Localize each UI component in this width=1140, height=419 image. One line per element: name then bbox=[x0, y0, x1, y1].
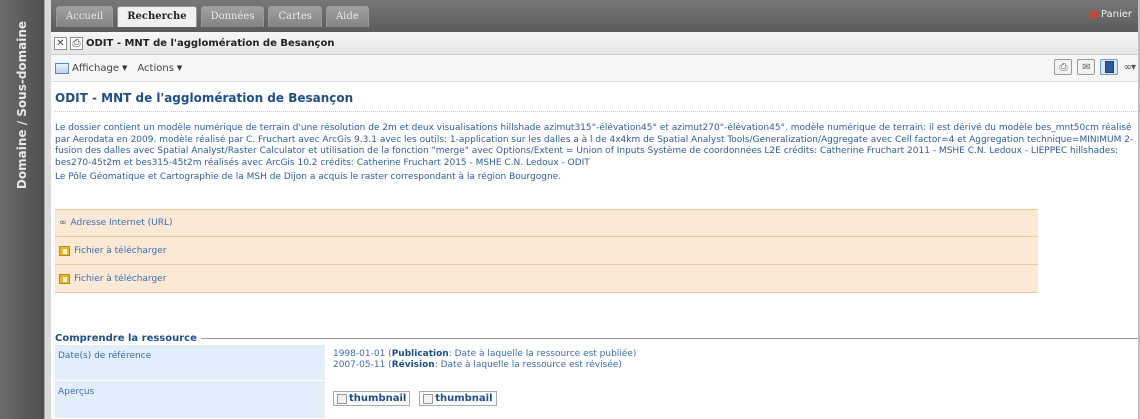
thumbnail-image[interactable]: thumbnail bbox=[333, 391, 411, 406]
section-divider bbox=[200, 337, 1140, 339]
date-desc: : Date à laquelle la ressource est publi… bbox=[448, 349, 637, 359]
display-menu-label: Affichage bbox=[72, 62, 119, 74]
resource-content: ODIT - MNT de l'agglomération de Besanço… bbox=[51, 82, 1140, 184]
row-value: 1998-01-01 (Publication: Date à laquelle… bbox=[325, 345, 1140, 380]
chevron-down-icon: ▼ bbox=[121, 64, 128, 72]
date-value: 2007-05-11 bbox=[333, 360, 386, 370]
url-link-row[interactable]: ∞ Adresse Internet (URL) bbox=[55, 209, 1038, 237]
resource-description-extra: Le Pôle Géomatique et Cartographie de la… bbox=[55, 172, 562, 182]
url-link-icon: ∞ bbox=[59, 218, 67, 228]
reference-dates-row: Date(s) de référence 1998-01-01 (Publica… bbox=[55, 345, 1140, 381]
close-icon[interactable]: ✕ bbox=[54, 36, 67, 50]
section-title: Comprendre la ressource bbox=[55, 332, 197, 344]
file-download-icon bbox=[59, 245, 70, 256]
previews-row: Aperçus thumbnail thumbnail bbox=[55, 381, 1140, 419]
sidebar-label: Domaine / Sous-domaine bbox=[15, 20, 29, 190]
row-value: thumbnail thumbnail bbox=[325, 381, 1140, 418]
display-menu-button[interactable]: Affichage ▼ bbox=[55, 62, 128, 74]
thumbnail-image[interactable]: thumbnail bbox=[419, 391, 497, 406]
broken-image-icon bbox=[423, 393, 434, 404]
view-mode-icon[interactable] bbox=[1100, 59, 1119, 75]
tab-aide[interactable]: Aide bbox=[325, 6, 369, 27]
tab-accueil[interactable]: Accueil bbox=[56, 6, 114, 27]
resource-toolbar: Affichage ▼ Actions ▼ ⎙ ✉ ∞ ▾ bbox=[51, 55, 1140, 82]
resource-description: Le dossier contient un modèle numérique … bbox=[55, 123, 1134, 168]
date-type: Publication bbox=[391, 349, 449, 359]
domain-sidebar[interactable]: Domaine / Sous-domaine bbox=[0, 0, 44, 419]
section-header: Comprendre la ressource bbox=[55, 331, 1140, 345]
thumbnail-alt: thumbnail bbox=[349, 393, 407, 404]
file-download-icon bbox=[59, 273, 70, 284]
download-link-row[interactable]: Fichier à télécharger bbox=[55, 265, 1038, 293]
resource-window-titlebar: ✕ ⎙ ODIT - MNT de l'agglomération de Bes… bbox=[51, 32, 1140, 55]
print-window-icon[interactable]: ⎙ bbox=[70, 36, 83, 50]
link-label: Adresse Internet (URL) bbox=[70, 218, 173, 228]
link-label: Fichier à télécharger bbox=[74, 273, 167, 284]
cart-icon: ⊠ bbox=[1088, 8, 1098, 21]
permalink-icon[interactable]: ∞ ▾ bbox=[1123, 62, 1135, 73]
resource-title: ODIT - MNT de l'agglomération de Besanço… bbox=[55, 82, 1140, 112]
window-title: ODIT - MNT de l'agglomération de Besanço… bbox=[86, 37, 335, 49]
link-label: Fichier à télécharger bbox=[74, 245, 167, 256]
date-value: 1998-01-01 bbox=[333, 349, 386, 359]
actions-menu-label: Actions bbox=[137, 62, 174, 74]
sidebar-resize-handle[interactable] bbox=[44, 0, 51, 419]
cart-label: Panier bbox=[1100, 9, 1132, 20]
top-navigation: Accueil Recherche Données Cartes Aide ⊠ … bbox=[51, 0, 1140, 32]
date-type: Révision bbox=[391, 360, 435, 370]
row-key: Date(s) de référence bbox=[55, 345, 325, 380]
cart-link[interactable]: ⊠ Panier bbox=[1089, 8, 1132, 21]
tab-cartes[interactable]: Cartes bbox=[268, 6, 322, 27]
chevron-down-icon: ▼ bbox=[176, 64, 183, 72]
printer-icon[interactable]: ⎙ bbox=[1054, 59, 1073, 75]
tab-recherche[interactable]: Recherche bbox=[117, 6, 197, 27]
nav-tabs: Accueil Recherche Données Cartes Aide bbox=[56, 6, 369, 27]
mail-icon[interactable]: ✉ bbox=[1077, 59, 1096, 75]
resource-links: ∞ Adresse Internet (URL) Fichier à téléc… bbox=[55, 209, 1038, 293]
download-link-row[interactable]: Fichier à télécharger bbox=[55, 237, 1038, 265]
display-icon bbox=[55, 62, 69, 74]
broken-image-icon bbox=[337, 393, 347, 404]
row-key: Aperçus bbox=[55, 381, 325, 418]
understand-resource-section: Comprendre la ressource Date(s) de référ… bbox=[55, 331, 1140, 419]
tab-donnees[interactable]: Données bbox=[200, 6, 265, 27]
date-desc: : Date à laquelle la ressource est révis… bbox=[434, 360, 622, 370]
date-entry: 2007-05-11 (Révision: Date à laquelle la… bbox=[333, 360, 622, 370]
date-entry: 1998-01-01 (Publication: Date à laquelle… bbox=[333, 349, 637, 359]
actions-menu-button[interactable]: Actions ▼ bbox=[137, 63, 182, 74]
toolbar-right-actions: ⎙ ✉ ∞ ▾ bbox=[1054, 59, 1136, 75]
thumbnail-alt: thumbnail bbox=[435, 393, 493, 404]
